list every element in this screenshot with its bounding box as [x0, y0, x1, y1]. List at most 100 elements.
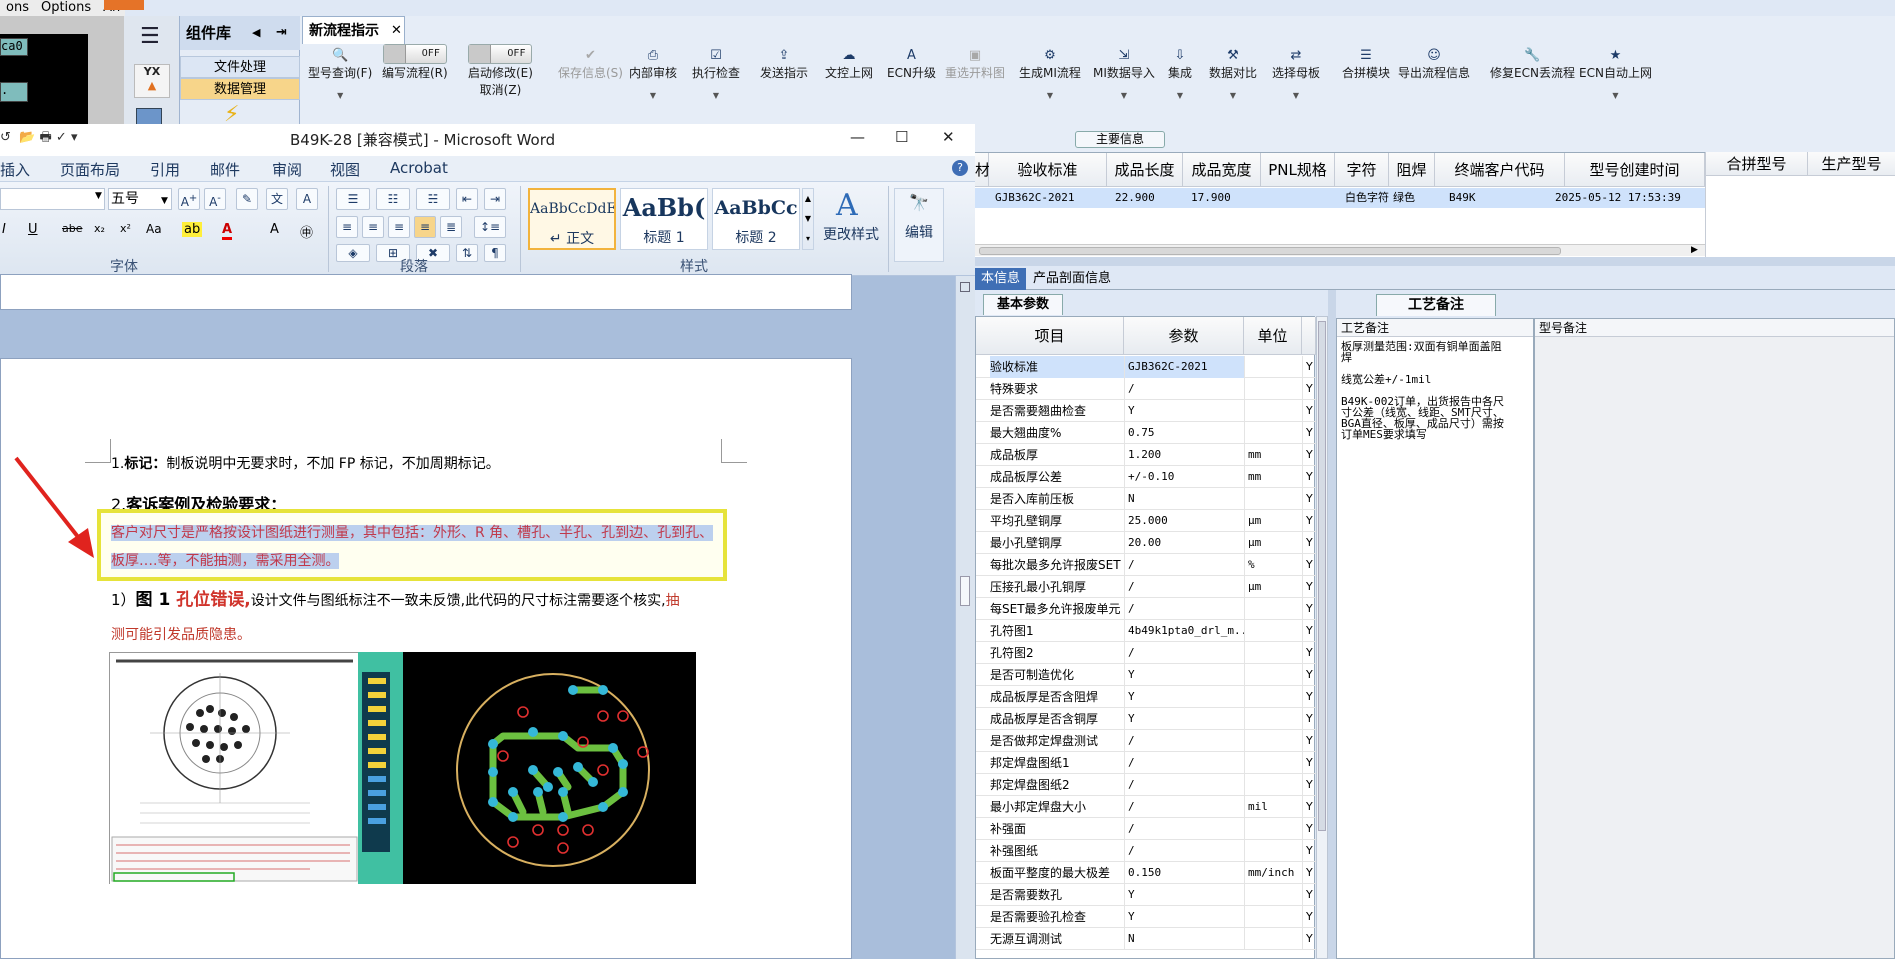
grid-header[interactable]: 验收标准: [989, 153, 1107, 187]
highlight-color-icon[interactable]: ab: [182, 222, 203, 237]
increase-indent-icon[interactable]: ⇥: [484, 188, 506, 210]
execute-check-button[interactable]: ☑ 执行检查 ▼: [692, 48, 740, 100]
param-value[interactable]: N: [1124, 928, 1244, 950]
legacy-menu-item[interactable]: Options: [35, 0, 97, 15]
tab-mailings[interactable]: 邮件: [210, 159, 240, 180]
grid-cell[interactable]: 2025-05-12 17:53:39: [1555, 188, 1705, 208]
params-row[interactable]: 是否需要翘曲检查 Y Y: [976, 400, 1316, 422]
tab-new-process[interactable]: 新流程指示 ✕: [302, 16, 405, 44]
multilevel-list-icon[interactable]: ☵: [416, 188, 450, 210]
cancel-label[interactable]: 取消(Z): [480, 83, 522, 97]
page-1-bottom[interactable]: [0, 274, 852, 310]
legacy-menu-item[interactable]: ons: [0, 0, 35, 15]
word-titlebar[interactable]: ↺ 📂 🖶 ✓ ▾ B49K-28 [兼容模式] - Microsoft Wor…: [0, 124, 975, 156]
toggle-switch[interactable]: OFF: [382, 44, 447, 64]
select-mother-board-button[interactable]: ⇄ 选择母板 ▼: [1272, 48, 1320, 100]
font-name-combo[interactable]: ▼: [0, 188, 105, 210]
param-value[interactable]: /: [1124, 598, 1244, 620]
grid-header[interactable]: 生产型号: [1808, 152, 1895, 176]
data-compare-button[interactable]: ⚒ 数据对比 ▼: [1209, 48, 1257, 100]
splitter[interactable]: [975, 257, 1895, 266]
params-row[interactable]: 每批次最多允许报废SET /% Y: [976, 554, 1316, 576]
numbering-icon[interactable]: ☷: [376, 188, 410, 210]
align-left-icon[interactable]: ≡: [336, 216, 358, 238]
ecn-auto-online-button[interactable]: ★ ECN自动上网 ▼: [1579, 48, 1652, 100]
merge-module-button[interactable]: ☰ 合拼模块: [1342, 48, 1390, 81]
integrate-button[interactable]: ⇩ 集成 ▼: [1168, 48, 1192, 100]
tab-basic-params[interactable]: 基本参数: [983, 294, 1063, 315]
params-header[interactable]: 参数: [1124, 317, 1244, 355]
params-row[interactable]: 板面平整度的最大极差 0.150 mm/inch Y: [976, 862, 1316, 884]
hamburger-menu-icon[interactable]: ☰: [140, 24, 160, 49]
print-preview-icon[interactable]: 🖶: [40, 130, 52, 145]
styles-scroll[interactable]: ▲ ▼ ▾: [802, 188, 814, 250]
params-row[interactable]: 是否需要数孔 Y Y: [976, 884, 1316, 906]
scroll-right-icon[interactable]: ▶: [1691, 245, 1698, 255]
justify-icon[interactable]: ≡: [414, 216, 436, 238]
grid-header[interactable]: 成品宽度: [1183, 153, 1261, 187]
param-value[interactable]: Y: [1124, 884, 1244, 906]
params-row[interactable]: 最小孔壁铜厚 20.00 μm Y: [976, 532, 1316, 554]
grid-cell[interactable]: 17.900: [1191, 188, 1257, 208]
tab-craft-notes[interactable]: 工艺备注: [1376, 294, 1496, 316]
params-row[interactable]: 压接孔最小孔铜厚 / μm Y: [976, 576, 1316, 598]
char-shading-icon[interactable]: A: [270, 222, 279, 237]
distributed-icon[interactable]: ≣: [440, 216, 462, 238]
edit-button[interactable]: 🔭 编辑: [894, 188, 944, 262]
grid-header[interactable]: 终端客户代码: [1435, 153, 1565, 187]
grid-cell[interactable]: 22.900: [1115, 188, 1181, 208]
subscript-icon[interactable]: x₂: [94, 222, 105, 235]
send-instruction-button[interactable]: ⇪ 发送指示: [760, 48, 808, 81]
grid-header[interactable]: 成品长度: [1107, 153, 1183, 187]
phonetic-guide-icon[interactable]: 文: [266, 188, 288, 210]
horizontal-scrollbar[interactable]: ▶: [975, 244, 1705, 256]
font-color-icon[interactable]: A: [222, 222, 233, 240]
params-row[interactable]: 邦定焊盘图纸1 / Y: [976, 752, 1316, 774]
bullets-icon[interactable]: ☰: [336, 188, 370, 210]
write-process-toggle[interactable]: OFF 编写流程(R): [382, 44, 448, 81]
legacy-field-1[interactable]: ca0: [0, 38, 28, 56]
param-value[interactable]: Y: [1124, 906, 1244, 928]
params-row[interactable]: 补强图纸 / Y: [976, 840, 1316, 862]
param-value[interactable]: Y: [1124, 686, 1244, 708]
params-row[interactable]: 特殊要求 / Y: [976, 378, 1316, 400]
toggle-switch[interactable]: OFF: [468, 44, 533, 64]
reselect-cut-drawing-button[interactable]: ▣ 重选开料图: [945, 48, 1005, 81]
grid-header[interactable]: 阻焊: [1389, 153, 1435, 187]
params-row[interactable]: 成品板厚是否含阻焊 Y Y: [976, 686, 1316, 708]
close-window-icon[interactable]: ✕: [942, 128, 955, 146]
param-value[interactable]: 25.000: [1124, 510, 1244, 532]
start-modify-toggle[interactable]: OFF 启动修改(E) 取消(Z): [468, 44, 533, 98]
ruler-toggle-icon[interactable]: [960, 282, 970, 292]
highlighted-requirement-box[interactable]: 客户对尺寸是严格按设计图纸进行测量，其中包括：外形、R 角、槽孔、半孔、孔到边、…: [97, 509, 727, 581]
doc-paragraph-3[interactable]: 1）图 1 孔位错误,设计文件与图纸标注不一致未反馈,此代码的尺寸标注需要逐个核…: [111, 585, 680, 610]
param-value[interactable]: /: [1124, 818, 1244, 840]
vertical-ruler[interactable]: [955, 276, 975, 959]
scrollbar-thumb[interactable]: [979, 247, 1561, 255]
decrease-indent-icon[interactable]: ⇤: [456, 188, 478, 210]
save-info-button[interactable]: ✔ 保存信息(S): [558, 48, 623, 81]
repair-ecn-process-button[interactable]: 🔧 修复ECN丢流程: [1490, 48, 1575, 81]
params-row[interactable]: 邦定焊盘图纸2 / Y: [976, 774, 1316, 796]
param-value[interactable]: Y: [1124, 708, 1244, 730]
params-row[interactable]: 验收标准 GJB362C-2021 Y: [976, 356, 1316, 378]
yx-logo-icon[interactable]: YX ▲: [134, 64, 170, 98]
shading-icon[interactable]: ◈: [336, 244, 370, 262]
params-row[interactable]: 孔符图1 4b49k1pta0_drl_m... Y: [976, 620, 1316, 642]
param-value[interactable]: Y: [1124, 400, 1244, 422]
params-row[interactable]: 每SET最多允许报废单元 / Y: [976, 598, 1316, 620]
params-row[interactable]: 最大翘曲度% 0.75 Y: [976, 422, 1316, 444]
ecn-upgrade-button[interactable]: A ECN升级: [887, 48, 936, 81]
tab-view[interactable]: 视图: [330, 159, 360, 180]
params-row[interactable]: 是否可制造优化 Y Y: [976, 664, 1316, 686]
param-value[interactable]: /: [1124, 554, 1244, 576]
params-header[interactable]: 项目: [976, 317, 1124, 355]
param-value[interactable]: /: [1124, 576, 1244, 598]
component-item-file[interactable]: 文件处理: [180, 56, 300, 78]
underline-icon[interactable]: U: [28, 222, 38, 237]
grow-font-icon[interactable]: A+: [178, 188, 200, 210]
params-row[interactable]: 是否入库前压板 N Y: [976, 488, 1316, 510]
style-normal[interactable]: AaBbCcDdEe ↵ 正文: [528, 188, 616, 250]
italic-icon[interactable]: I: [2, 222, 6, 237]
style-heading-2[interactable]: AaBbCc 标题 2: [712, 188, 800, 250]
